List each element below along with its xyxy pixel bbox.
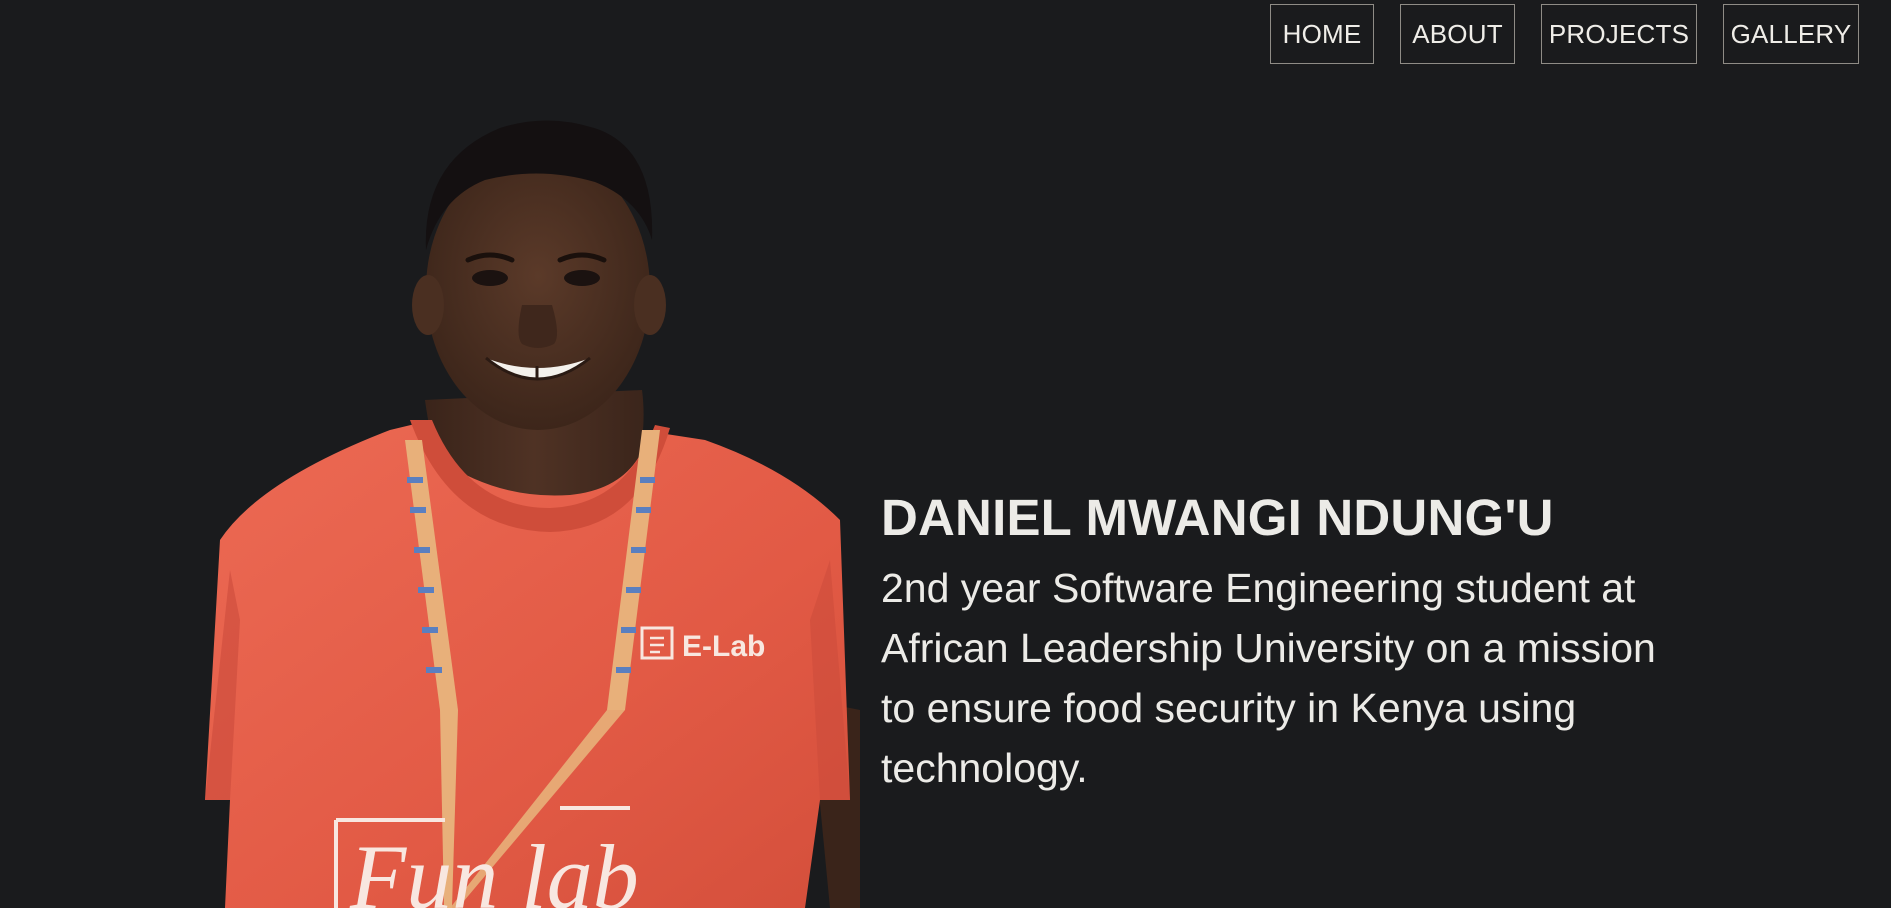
shirt-print-text: E-Lab	[682, 630, 765, 663]
shirt-lower-print-text: Fun lab	[349, 826, 639, 908]
profile-name: DANIEL MWANGI NDUNG'U	[881, 489, 1554, 546]
profile-photo: E-Lab Fun lab	[205, 120, 860, 908]
nav-about-link[interactable]: ABOUT	[1400, 4, 1515, 64]
profile-bio: 2nd year Software Engineering student at…	[881, 565, 1656, 791]
intro-section: DANIEL MWANGI NDUNG'U 2nd year Software …	[881, 486, 1681, 798]
main-nav: HOME ABOUT PROJECTS GALLERY	[1270, 4, 1859, 64]
nav-projects-link[interactable]: PROJECTS	[1541, 4, 1697, 64]
nav-home-link[interactable]: HOME	[1270, 4, 1374, 64]
nav-gallery-link[interactable]: GALLERY	[1723, 4, 1859, 64]
